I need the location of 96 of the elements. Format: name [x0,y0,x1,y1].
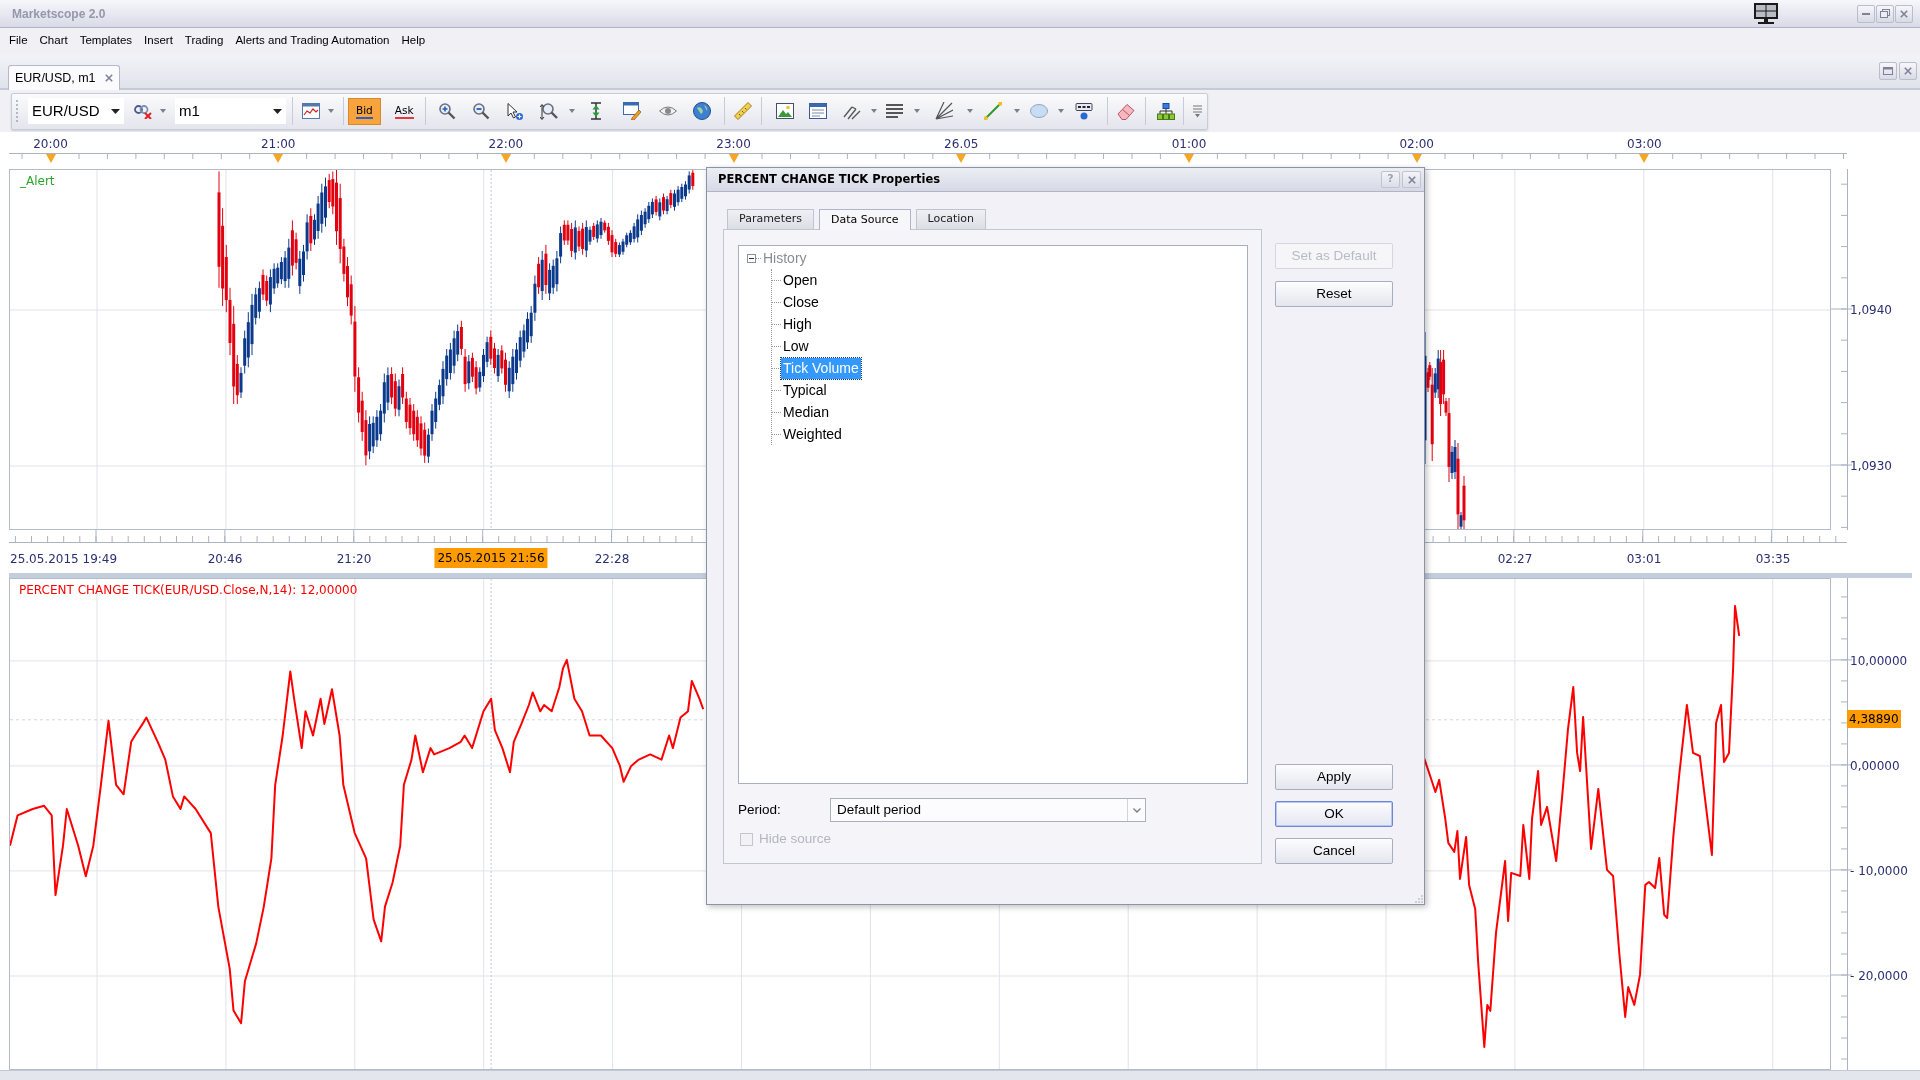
eraser-icon[interactable] [1116,102,1135,120]
menu-item[interactable]: Templates [73,31,139,51]
window-chart-icon[interactable] [808,103,827,119]
ruler-icon[interactable] [733,102,752,120]
time-label: 03:00 [1627,136,1662,153]
value-label: - 10,0000 [1850,862,1908,880]
time-label: 03:01 [1626,551,1662,568]
marker-icon [1411,154,1422,163]
price-type-button[interactable]: Bid [348,97,381,125]
marker-icon [956,154,967,163]
pointer-plus-icon[interactable] [506,102,524,120]
marker-icon [273,154,284,163]
time-label: 01:00 [1171,136,1207,153]
fan-lines-icon[interactable] [934,102,953,120]
menu-item[interactable]: File [3,31,34,51]
timeframe-dropdown[interactable]: m1 [175,98,286,124]
marker-icon [1184,154,1194,163]
dialog-tab[interactable]: Parameters [727,209,814,229]
close-icon[interactable] [1900,9,1908,18]
time-label: 02:27 [1497,551,1533,568]
maximize-icon[interactable] [1883,67,1893,75]
dialog-tab[interactable]: Location [915,209,987,229]
field-label: Period: [738,800,782,819]
overflow-icon[interactable] [1193,104,1203,118]
resize-grip-icon[interactable] [1415,895,1423,903]
value-label: 0,00000 [1850,757,1900,775]
cursor-time-label: 25.05.2015 21:56 [434,548,548,568]
value-label: 10,00000 [1850,652,1908,670]
close-button[interactable] [1899,62,1917,80]
minimize-button[interactable] [1857,4,1875,23]
horizontal-lines-icon[interactable] [886,104,904,118]
value-label: - 20,0000 [1850,967,1908,985]
close-icon[interactable] [1904,67,1912,75]
document-tab[interactable]: EUR/USD, m1 [8,65,120,90]
line-icon[interactable] [983,102,1002,120]
monitor-icon[interactable] [1753,3,1779,24]
zoom-in-icon[interactable] [437,102,456,120]
magnifier-icon[interactable] [539,102,558,120]
window-title: Marketscope 2.0 [12,5,106,23]
indicator-title: PERCENT CHANGE TICK(EUR/USD.Close,N,14): 12,00000 [19,582,358,599]
menu-item[interactable]: Insert [138,31,179,51]
maximize-button[interactable] [1879,62,1897,80]
dialog-title: PERCENT CHANGE TICK Properties [718,170,942,188]
minimize-icon[interactable] [1862,12,1870,15]
grip-icon[interactable] [15,99,19,123]
hierarchy-icon[interactable] [1156,102,1175,120]
text-tool-icon[interactable] [1074,102,1093,120]
time-label: 25.05.2015 19:49 [10,551,118,568]
close-icon[interactable] [1407,175,1416,184]
price-type-button[interactable]: Ask [386,97,422,125]
checkbox-label: Hide source [759,829,832,848]
restore-icon[interactable] [1880,9,1890,18]
time-label: 22:00 [488,136,524,153]
price-label: 1,0930 [1850,458,1892,475]
time-label: 03:35 [1755,551,1791,568]
globe-icon[interactable] [692,102,711,120]
alert-label: _Alert [20,173,55,190]
close-button[interactable] [1402,171,1421,188]
menu-item[interactable]: Alerts and Trading Automation [229,31,396,51]
price-label: 1,0940 [1850,302,1892,319]
chain-icon[interactable] [134,103,152,119]
time-label: 02:00 [1399,136,1434,153]
symbol-dropdown[interactable]: EUR/USD [28,98,124,124]
menu-item[interactable]: Help [395,31,432,51]
menu-item[interactable]: Trading [178,31,230,51]
time-label: 21:20 [336,551,372,568]
marker-icon [728,154,739,163]
caret-icon[interactable] [273,108,282,114]
time-label: 21:00 [260,136,296,153]
marker-icon [45,154,56,163]
current-value-label: 4,38890 [1847,709,1901,728]
caret-icon[interactable] [111,108,120,114]
period-dropdown[interactable]: Default period [830,798,1146,822]
marker-icon [500,154,511,163]
dialog-tab[interactable]: Data Source [818,209,911,230]
close-icon[interactable] [104,74,113,82]
menu-item[interactable]: Chart [33,31,74,51]
chart-icon[interactable] [302,103,320,119]
zoom-out-icon[interactable] [471,102,490,120]
restore-button[interactable] [1876,4,1894,23]
marker-icon [1639,154,1650,163]
eye-icon[interactable] [658,105,677,117]
dialog-button[interactable]: OK [1275,801,1393,827]
vertical-arrows-icon[interactable] [589,102,602,120]
close-button[interactable] [1895,4,1913,23]
image-icon[interactable] [775,103,794,119]
dialog-button[interactable]: Cancel [1275,838,1393,864]
ellipse-icon[interactable] [1029,104,1048,118]
time-label: 20:46 [207,551,243,568]
window-pencil-icon[interactable] [622,102,641,120]
dialog-button[interactable]: Reset [1275,281,1393,307]
time-label: 23:00 [716,136,751,153]
time-label: 22:28 [594,551,630,568]
dialog-button[interactable]: Apply [1275,764,1393,790]
time-label: 26.05 [944,136,979,153]
time-label: 20:00 [33,136,68,153]
